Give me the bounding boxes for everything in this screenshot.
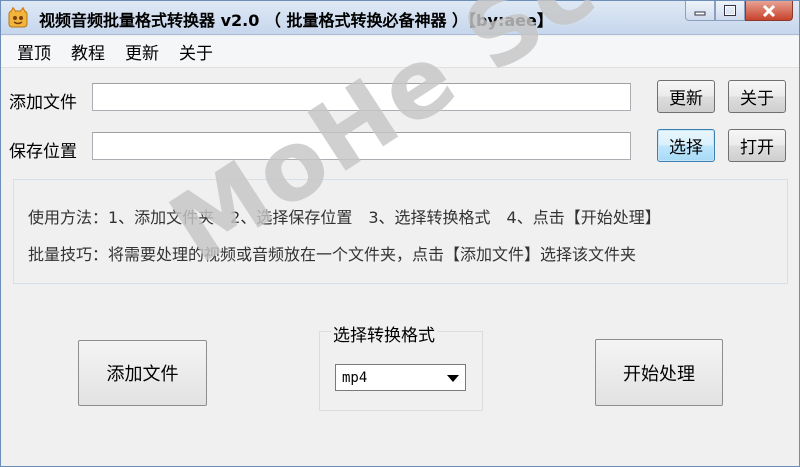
- maximize-icon: [724, 5, 736, 16]
- add-file-input[interactable]: [92, 83, 631, 111]
- save-location-label: 保存位置: [9, 142, 77, 162]
- minimize-button[interactable]: [685, 1, 715, 21]
- minimize-icon: [694, 11, 706, 15]
- app-window: 视频音频批量格式转换器 v2.0 （ 批量格式转换必备神器 ）【by:aee】 …: [0, 0, 800, 467]
- format-select[interactable]: mp4: [335, 364, 466, 391]
- update-button[interactable]: 更新: [657, 80, 715, 113]
- maximize-button[interactable]: [715, 1, 745, 21]
- instructions-box: 使用方法：1、添加文件夹 2、选择保存位置 3、选择转换格式 4、点击【开始处理…: [13, 179, 788, 284]
- menu-item-about[interactable]: 关于: [169, 39, 223, 64]
- usage-instructions: 使用方法：1、添加文件夹 2、选择保存位置 3、选择转换格式 4、点击【开始处理…: [28, 208, 661, 227]
- menu-item-tutorial[interactable]: 教程: [61, 39, 115, 64]
- close-icon: [762, 4, 776, 17]
- save-location-input[interactable]: [92, 132, 631, 160]
- open-button[interactable]: 打开: [728, 129, 786, 162]
- close-button[interactable]: [745, 1, 793, 21]
- batch-tips: 批量技巧：将需要处理的视频或音频放在一个文件夹，点击【添加文件】选择该文件夹: [28, 245, 637, 264]
- format-selected-value: mp4: [342, 369, 368, 386]
- about-button[interactable]: 关于: [728, 80, 786, 113]
- caption-buttons: [685, 1, 793, 23]
- menu-item-pin-top[interactable]: 置顶: [7, 39, 61, 64]
- add-file-button[interactable]: 添加文件: [78, 340, 207, 406]
- app-icon: [7, 6, 29, 29]
- format-label: 选择转换格式: [331, 321, 437, 346]
- menu-bar: 置顶 教程 更新 关于: [1, 36, 799, 68]
- start-processing-button[interactable]: 开始处理: [595, 339, 723, 406]
- window-title: 视频音频批量格式转换器 v2.0 （ 批量格式转换必备神器 ）【by:aee】: [39, 11, 553, 30]
- menu-item-update[interactable]: 更新: [115, 39, 169, 64]
- choose-button[interactable]: 选择: [657, 129, 715, 162]
- chevron-down-icon: [447, 375, 459, 382]
- add-file-label: 添加文件: [9, 93, 77, 113]
- title-bar[interactable]: 视频音频批量格式转换器 v2.0 （ 批量格式转换必备神器 ）【by:aee】: [1, 1, 799, 35]
